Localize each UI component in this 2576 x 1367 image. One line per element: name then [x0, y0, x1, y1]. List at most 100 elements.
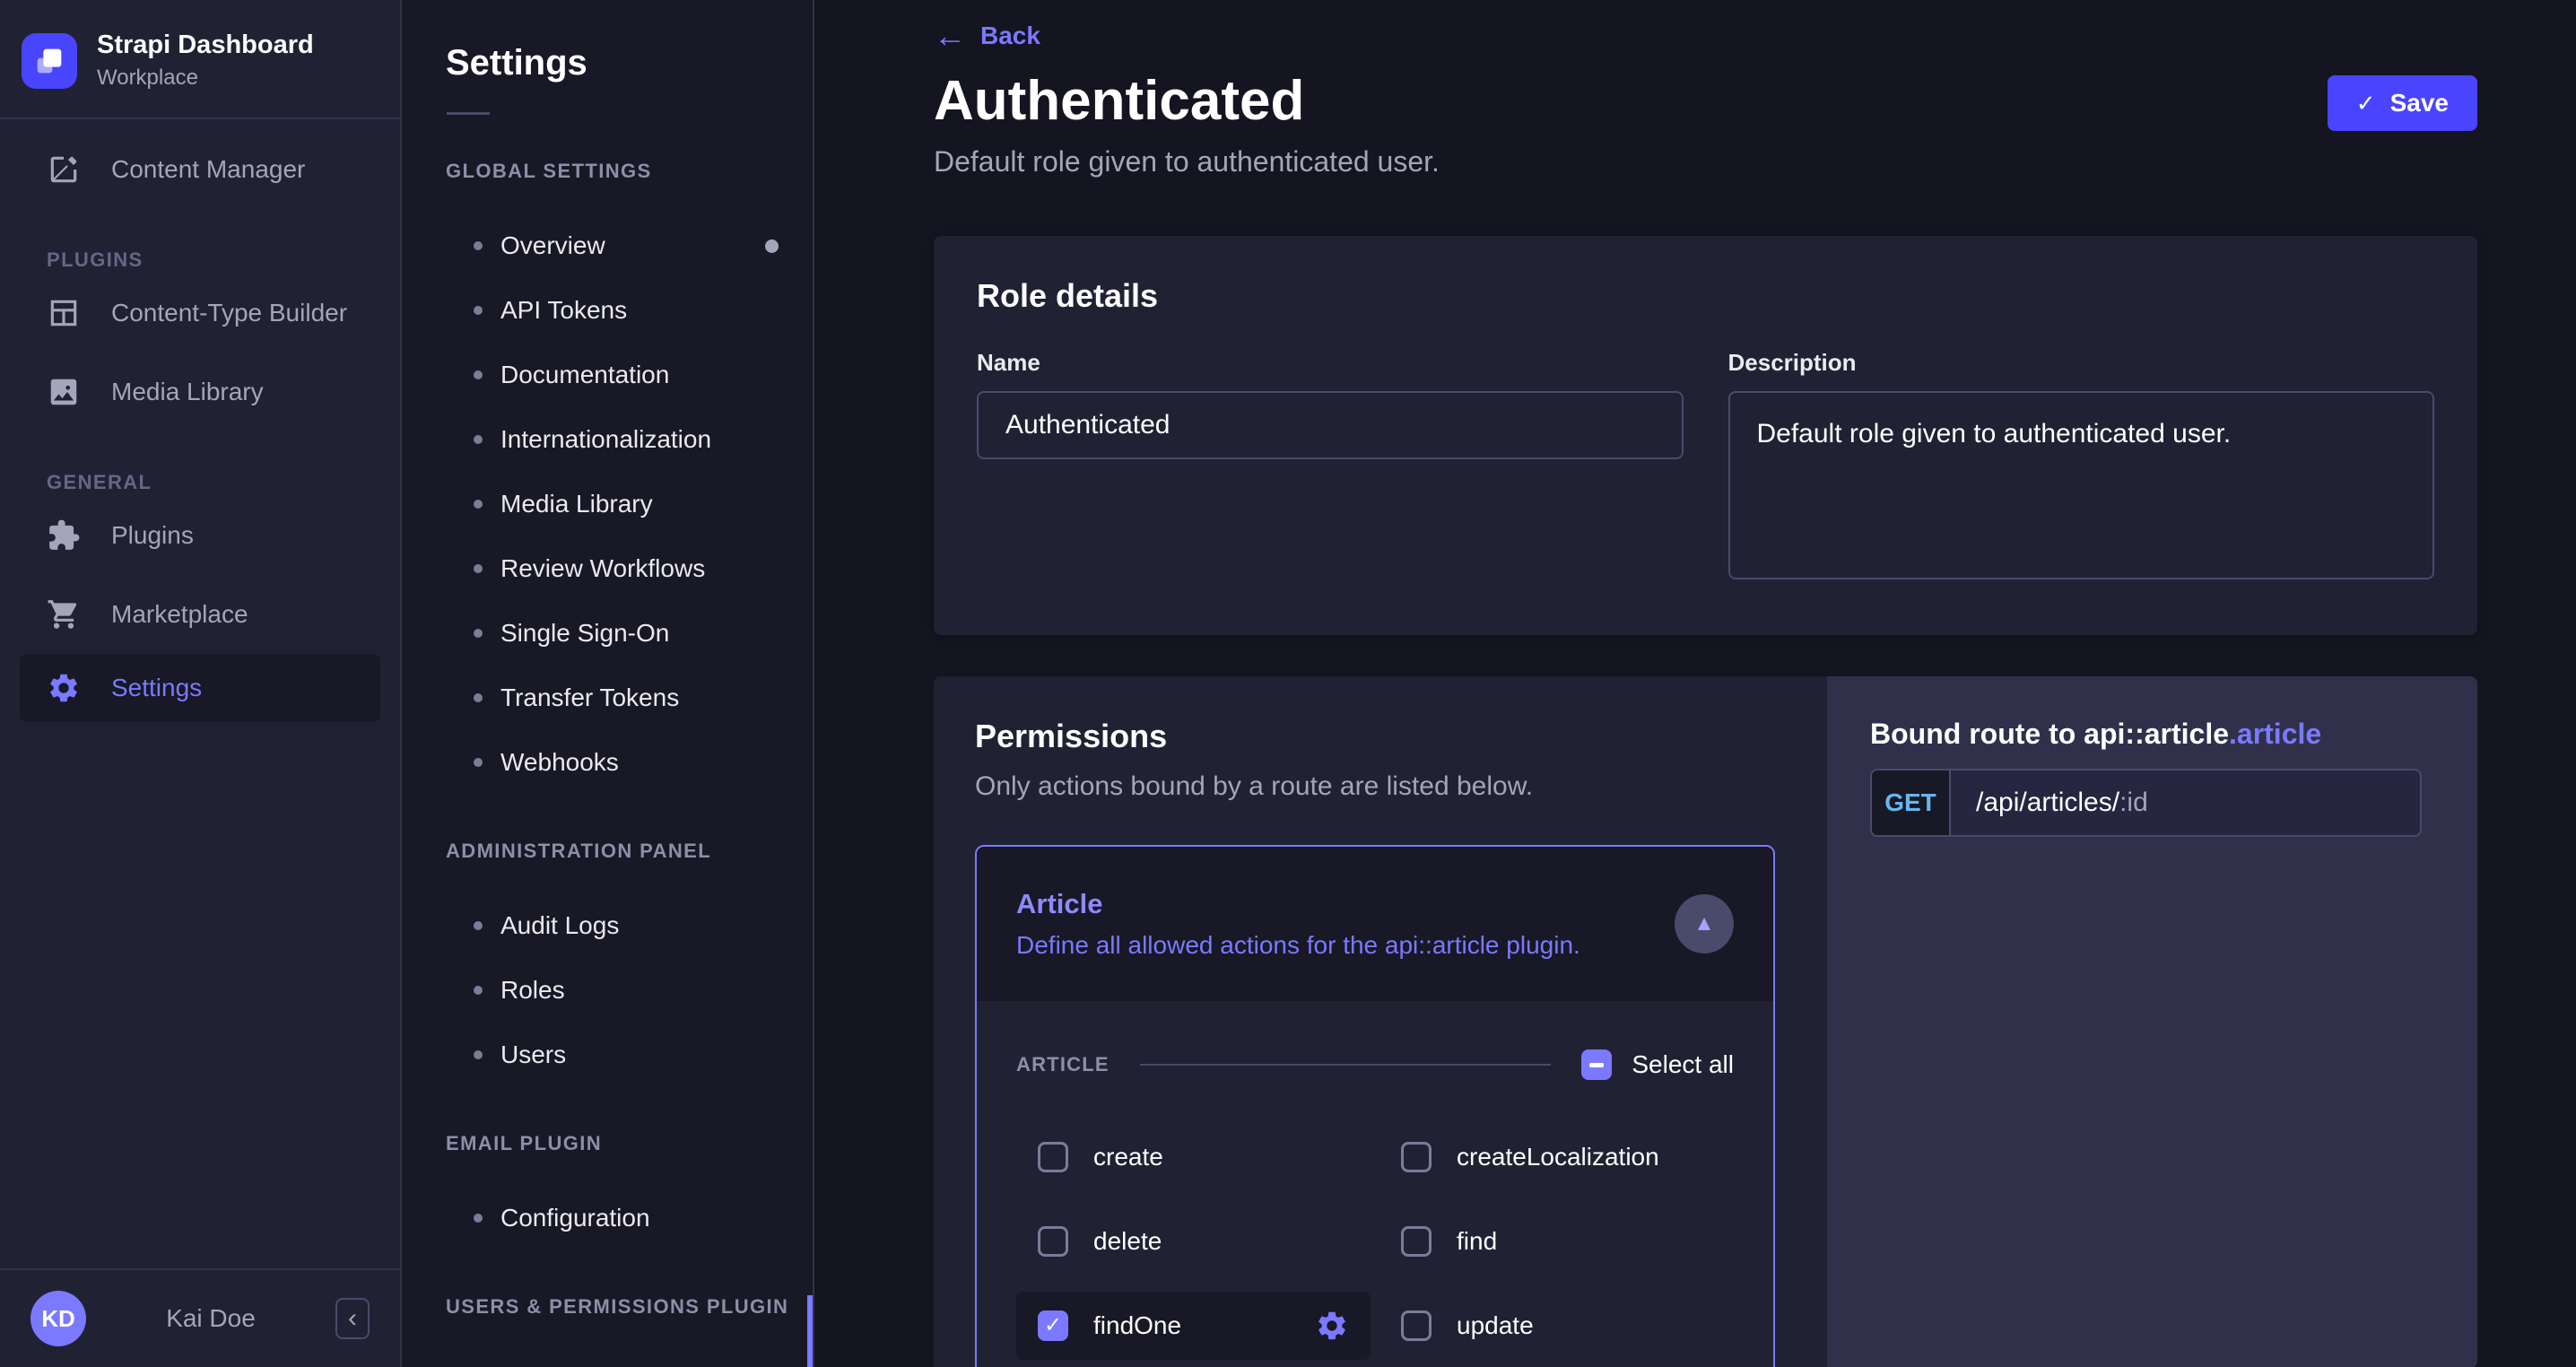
settings-item-up-roles[interactable]: Roles	[402, 1349, 813, 1367]
user-area: KD Kai Doe ‹	[0, 1268, 400, 1367]
settings-item-audit-logs[interactable]: Audit Logs	[402, 893, 813, 958]
permission-row-update: update	[1379, 1292, 1734, 1360]
sidebar-item-label: Content Manager	[111, 155, 306, 184]
bullet-icon	[474, 500, 483, 509]
settings-item-internationalization[interactable]: Internationalization	[402, 407, 813, 472]
workspace-switcher[interactable]: Strapi Dashboard Workplace	[0, 0, 400, 118]
puzzle-icon	[47, 518, 81, 553]
cart-icon	[47, 597, 81, 631]
page-title: Authenticated	[934, 70, 1305, 132]
article-accordion: Article Define all allowed actions for t…	[975, 845, 1775, 1367]
bullet-icon	[474, 921, 483, 930]
create-checkbox[interactable]	[1038, 1142, 1068, 1172]
settings-item-overview[interactable]: Overview	[402, 213, 813, 278]
sidebar-item-label: Content-Type Builder	[111, 299, 348, 327]
back-link[interactable]: ← Back	[934, 20, 1040, 52]
sidebar-item-media-library[interactable]: Media Library	[0, 353, 400, 431]
select-all-label: Select all	[1632, 1050, 1734, 1078]
settings-section-administration: ADMINISTRATION PANEL	[446, 840, 712, 862]
accordion-subtitle: Define all allowed actions for the api::…	[1016, 931, 1580, 959]
route-path: /api/articles/:id	[1951, 771, 2420, 835]
layout-icon	[47, 296, 81, 330]
name-label: Name	[977, 349, 1040, 376]
permission-row-createlocalization: createLocalization	[1379, 1123, 1734, 1191]
pen-square-icon	[47, 152, 81, 187]
settings-item-transfer-tokens[interactable]: Transfer Tokens	[402, 666, 813, 730]
bullet-icon	[474, 758, 483, 767]
role-description-textarea[interactable]: Default role given to authenticated user…	[1727, 391, 2434, 579]
sidebar-item-content-manager[interactable]: Content Manager	[0, 130, 400, 209]
save-button[interactable]: ✓ Save	[2327, 75, 2477, 131]
permission-row-findone[interactable]: ✓ findOne	[1016, 1292, 1371, 1360]
article-accordion-header[interactable]: Article Define all allowed actions for t…	[977, 847, 1773, 1001]
bullet-icon	[474, 1214, 483, 1223]
settings-item-api-tokens[interactable]: API Tokens	[402, 278, 813, 343]
settings-item-review-workflows[interactable]: Review Workflows	[402, 536, 813, 601]
check-icon: ✓	[2355, 89, 2376, 117]
bound-route-title: Bound route to api::article.article	[1870, 718, 2322, 750]
bullet-icon	[474, 629, 483, 638]
settings-item-documentation[interactable]: Documentation	[402, 343, 813, 407]
settings-item-webhooks[interactable]: Webhooks	[402, 730, 813, 795]
permission-settings-gear-icon[interactable]	[1315, 1309, 1349, 1343]
settings-item-media-library[interactable]: Media Library	[402, 472, 813, 536]
sidebar-section-general: GENERAL	[47, 471, 152, 494]
update-checkbox[interactable]	[1401, 1310, 1432, 1341]
sidebar-item-label: Marketplace	[111, 600, 248, 629]
http-method-badge: GET	[1872, 771, 1951, 835]
findone-checkbox[interactable]: ✓	[1038, 1310, 1068, 1341]
sidebar-item-label: Plugins	[111, 521, 194, 550]
settings-item-single-sign-on[interactable]: Single Sign-On	[402, 601, 813, 666]
permission-row-find: find	[1379, 1207, 1734, 1276]
action-group-label: ARTICLE	[1016, 1053, 1110, 1075]
avatar[interactable]: KD	[30, 1291, 86, 1346]
settings-section-users-permissions: USERS & PERMISSIONS PLUGIN	[446, 1295, 789, 1318]
indeterminate-dash-icon	[1589, 1062, 1605, 1067]
settings-nav-title: Settings	[446, 43, 587, 83]
sidebar-item-label: Settings	[111, 674, 203, 702]
divider	[1139, 1064, 1552, 1066]
bullet-icon	[474, 370, 483, 379]
image-icon	[47, 375, 81, 409]
main-content: ← Back Authenticated ✓ Save Default role…	[814, 0, 2576, 1367]
route-box: GET /api/articles/:id	[1870, 769, 2422, 837]
permissions-panel: Permissions Only actions bound by a rout…	[934, 676, 1827, 1367]
bullet-icon	[474, 564, 483, 573]
bound-route-panel: Bound route to api::article.article GET …	[1827, 676, 2477, 1367]
find-checkbox[interactable]	[1401, 1226, 1432, 1257]
createlocalization-checkbox[interactable]	[1401, 1142, 1432, 1172]
collapse-sidebar-button[interactable]: ‹	[335, 1298, 370, 1339]
settings-item-users[interactable]: Users	[402, 1023, 813, 1087]
sidebar-item-marketplace[interactable]: Marketplace	[0, 575, 400, 654]
strapi-app: Strapi Dashboard Workplace Content Manag…	[0, 0, 2576, 1367]
bullet-icon	[474, 1050, 483, 1059]
select-all-checkbox[interactable]	[1581, 1049, 1613, 1080]
sidebar-item-plugins[interactable]: Plugins	[0, 496, 400, 575]
settings-section-email-plugin: EMAIL PLUGIN	[446, 1132, 603, 1154]
app-title: Strapi Dashboard	[97, 30, 314, 59]
settings-item-configuration[interactable]: Configuration	[402, 1186, 813, 1250]
triangle-up-icon: ▲	[1693, 911, 1715, 936]
bullet-icon	[474, 306, 483, 315]
user-name: Kai Doe	[166, 1304, 256, 1332]
accordion-title: Article	[1016, 888, 1103, 919]
gear-icon	[47, 671, 81, 705]
permissions-subtitle: Only actions bound by a route are listed…	[975, 771, 1534, 801]
role-details-title: Role details	[977, 277, 1159, 314]
sidebar-section-plugins: PLUGINS	[47, 248, 144, 272]
role-name-input[interactable]	[977, 391, 1684, 459]
chevron-left-icon: ‹	[348, 1303, 357, 1333]
workspace-name: Workplace	[97, 65, 198, 91]
settings-item-admin-roles[interactable]: Roles	[402, 958, 813, 1023]
delete-checkbox[interactable]	[1038, 1226, 1068, 1257]
sidebar-item-label: Media Library	[111, 378, 264, 406]
role-details-card: Role details Name Description Default ro…	[934, 236, 2477, 635]
bullet-icon	[474, 435, 483, 444]
permission-row-create: create	[1016, 1123, 1371, 1191]
sidebar-item-content-type-builder[interactable]: Content-Type Builder	[0, 274, 400, 353]
arrow-left-icon: ←	[934, 17, 966, 54]
main-sidebar: Strapi Dashboard Workplace Content Manag…	[0, 0, 402, 1367]
overview-notification-dot	[765, 239, 779, 253]
sidebar-item-settings[interactable]: Settings	[20, 654, 380, 723]
collapse-accordion-button[interactable]: ▲	[1675, 894, 1734, 953]
